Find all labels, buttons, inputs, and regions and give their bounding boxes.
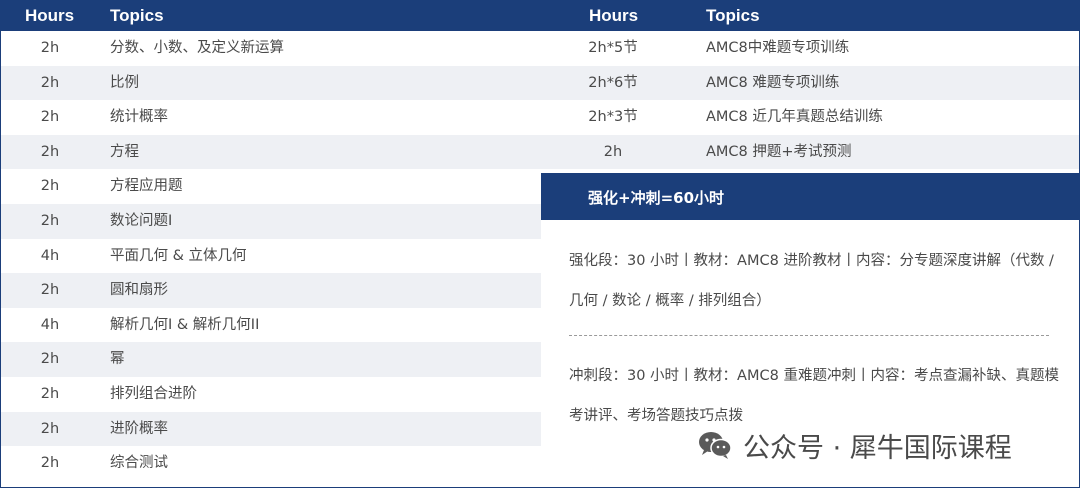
table-row: 2h 分数、小数、及定义新运算 <box>1 31 541 66</box>
watermark: 公众号 · 犀牛国际课程 <box>697 425 1012 465</box>
table-row: 2h 圆和扇形 <box>1 273 541 308</box>
row-topic: 比例 <box>110 74 139 91</box>
sprint-stage-description: 冲刺段：30 小时丨教材：AMC8 重难题冲刺丨内容：考点查漏补缺、真题模考讲评… <box>569 368 1059 424</box>
table-row: 2h 数论问题I <box>1 204 541 239</box>
summary-band: 强化+冲刺=60小时 <box>541 173 1079 220</box>
row-hours: 2h*5节 <box>588 40 638 56</box>
table-row: 2h 排列组合进阶 <box>1 377 541 412</box>
row-hours: 2h*3节 <box>588 109 638 126</box>
row-topic: 分数、小数、及定义新运算 <box>110 40 284 56</box>
row-hours: 4h <box>40 247 60 264</box>
row-topic: 综合测试 <box>110 455 168 472</box>
table-row: 2h 统计概率 <box>1 100 541 135</box>
row-hours: 2h <box>40 213 60 229</box>
row-hours: 2h <box>40 386 60 402</box>
row-topic: AMC8 近几年真题总结训练 <box>706 109 883 126</box>
table-header: Hours Topics Hours Topics <box>1 1 1079 31</box>
row-hours: 2h <box>40 282 60 299</box>
table-row: 2h*6节 AMC8 难题专项训练 <box>541 65 1079 101</box>
dashed-divider <box>569 335 1049 336</box>
row-topic: 数论问题I <box>110 213 173 229</box>
table-row: 2h 方程 <box>1 134 541 170</box>
summary-band-title: 强化+冲刺=60小时 <box>588 189 725 207</box>
row-topic: 幂 <box>110 351 125 368</box>
table-row: 4h 解析几何I & 解析几何II <box>1 308 541 343</box>
right-hours-header: Hours <box>589 6 639 25</box>
wechat-icon <box>699 432 732 459</box>
row-hours: 2h <box>40 455 60 472</box>
table-row: 2h AMC8 押题+考试预测 <box>541 134 1079 170</box>
row-topic: AMC8中难题专项训练 <box>706 40 850 56</box>
row-topic: 平面几何 & 立体几何 <box>110 247 247 264</box>
row-topic: 圆和扇形 <box>110 282 168 299</box>
row-hours: 2h <box>40 351 60 368</box>
row-topic: 解析几何I & 解析几何II <box>110 316 260 333</box>
intensive-stage-description: 强化段：30 小时丨教材：AMC8 进阶教材丨内容：分专题深度讲解（代数 / 几… <box>569 253 1054 309</box>
row-topic: 进阶概率 <box>110 420 168 437</box>
row-hours: 2h <box>40 178 60 195</box>
row-topic: 方程 <box>110 143 139 160</box>
row-topic: 方程应用题 <box>110 178 183 195</box>
row-hours: 2h <box>603 143 623 160</box>
row-hours: 2h <box>40 40 60 56</box>
row-topic: AMC8 难题专项训练 <box>706 74 840 91</box>
row-topic: 统计概率 <box>110 109 168 126</box>
table-row: 2h 比例 <box>1 65 541 101</box>
table-row: 2h 综合测试 <box>1 446 541 481</box>
table-row: 2h*5节 AMC8中难题专项训练 <box>541 31 1079 66</box>
table-row: 2h 进阶概率 <box>1 411 541 447</box>
table-row: 2h*3节 AMC8 近几年真题总结训练 <box>541 100 1079 135</box>
row-hours: 2h <box>40 74 60 91</box>
table-row: 4h 平面几何 & 立体几何 <box>1 239 541 274</box>
left-hours-header: Hours <box>25 6 75 25</box>
watermark-text: 公众号 · 犀牛国际课程 <box>743 432 1012 464</box>
right-topics-header: Topics <box>706 6 760 25</box>
row-hours: 2h <box>40 143 60 160</box>
course-schedule-table: Hours Topics Hours Topics 2h 分数、小数、及定义新运… <box>0 0 1080 488</box>
row-hours: 4h <box>40 316 60 333</box>
row-hours: 2h <box>40 109 60 126</box>
left-topics-header: Topics <box>110 6 164 25</box>
row-hours: 2h <box>40 420 60 437</box>
row-topic: AMC8 押题+考试预测 <box>706 143 852 160</box>
table-row: 2h 幂 <box>1 342 541 377</box>
row-hours: 2h*6节 <box>588 74 638 91</box>
table-row: 2h 方程应用题 <box>1 169 541 204</box>
row-topic: 排列组合进阶 <box>110 386 197 402</box>
